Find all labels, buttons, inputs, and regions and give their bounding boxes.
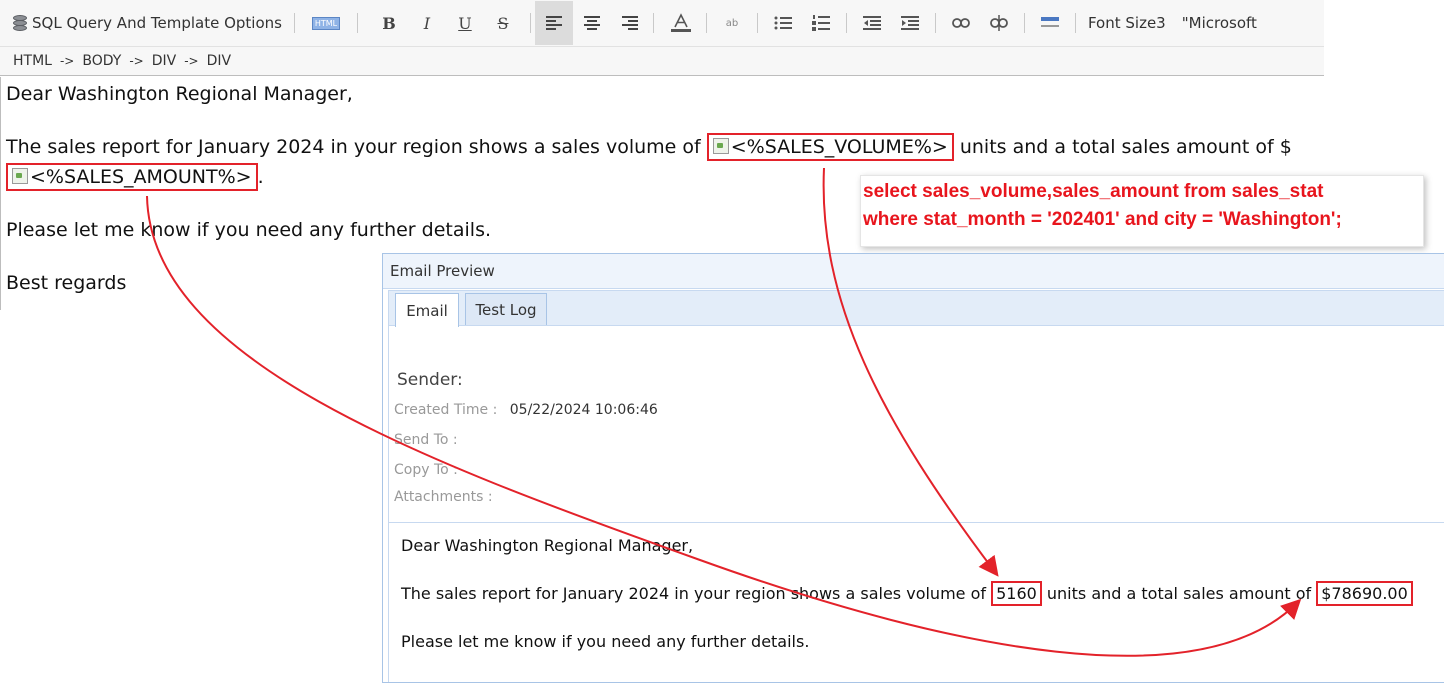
outdent-button[interactable] bbox=[853, 1, 891, 45]
preview-line1-prefix: The sales report for January 2024 in you… bbox=[401, 584, 992, 603]
attachments-label: Attachments : bbox=[394, 489, 493, 505]
breadcrumb-item[interactable]: DIV bbox=[207, 53, 232, 69]
created-time-value: 05/22/2024 10:06:46 bbox=[509, 402, 658, 418]
preview-line1: The sales report for January 2024 in you… bbox=[401, 581, 1413, 606]
breadcrumb-item[interactable]: DIV bbox=[152, 53, 177, 69]
toolbar-separator bbox=[652, 13, 654, 33]
preview-divider bbox=[389, 522, 1444, 523]
element-path-breadcrumb: HTML -> BODY -> DIV -> DIV bbox=[0, 47, 1324, 76]
indent-icon bbox=[900, 16, 919, 30]
align-right-icon bbox=[621, 16, 638, 30]
breadcrumb-separator: -> bbox=[184, 54, 199, 68]
tab-email[interactable]: Email bbox=[395, 293, 459, 327]
align-left-icon bbox=[545, 16, 562, 30]
remove-link-button[interactable] bbox=[980, 1, 1018, 45]
font-color-icon bbox=[670, 13, 691, 32]
html-source-button[interactable]: HTML bbox=[307, 1, 345, 45]
toolbar-separator bbox=[293, 13, 295, 33]
toolbar-separator bbox=[529, 13, 531, 33]
sql-line: select sales_volume,sales_amount from sa… bbox=[863, 181, 1324, 202]
preview-line1-mid: units and a total sales amount of bbox=[1041, 584, 1317, 603]
breadcrumb-separator: -> bbox=[129, 54, 144, 68]
html-source-icon: HTML bbox=[311, 16, 341, 30]
send-to-label: Send To : bbox=[394, 432, 458, 448]
insert-link-button[interactable] bbox=[942, 1, 980, 45]
sql-line: where stat_month = '202401' and city = '… bbox=[863, 209, 1342, 230]
font-name-select[interactable]: "Microsoft bbox=[1172, 14, 1263, 32]
preview-line3: Please let me know if you need any furth… bbox=[401, 632, 810, 651]
sales-amount-value: $78690.00 bbox=[1316, 581, 1413, 606]
email-preview-title: Email Preview bbox=[383, 254, 1444, 289]
numbered-list-button[interactable] bbox=[802, 1, 840, 45]
preview-tab-bar: Email Test Log bbox=[388, 290, 1444, 327]
bullet-list-icon bbox=[774, 16, 792, 30]
italic-button[interactable]: I bbox=[408, 1, 446, 45]
indent-button[interactable] bbox=[891, 1, 929, 45]
align-right-button[interactable] bbox=[611, 1, 649, 45]
breadcrumb-item[interactable]: HTML bbox=[13, 53, 52, 69]
sales-amount-placeholder[interactable]: <%SALES_AMOUNT%> bbox=[6, 163, 258, 191]
numbered-list-icon bbox=[811, 15, 830, 31]
breadcrumb-separator: -> bbox=[59, 54, 75, 68]
editor-line1: The sales report for January 2024 in you… bbox=[6, 133, 1292, 161]
toolbar-separator bbox=[845, 13, 847, 33]
tab-test-log[interactable]: Test Log bbox=[465, 293, 547, 325]
toolbar-separator bbox=[756, 13, 758, 33]
align-left-button[interactable] bbox=[534, 1, 573, 45]
underline-button[interactable]: U bbox=[446, 1, 484, 45]
editor-line2-suffix: . bbox=[257, 166, 264, 188]
sender-label: Sender: bbox=[397, 370, 463, 390]
created-time-label: Created Time : bbox=[394, 402, 498, 418]
editor-line2: <%SALES_AMOUNT%>. bbox=[6, 163, 264, 191]
toolbar-separator bbox=[705, 13, 707, 33]
sql-query-callout: select sales_volume,sales_amount from sa… bbox=[860, 175, 1424, 247]
unlink-icon bbox=[990, 15, 1008, 31]
created-time-row: Created Time : 05/22/2024 10:06:46 bbox=[394, 402, 658, 418]
toolbar-separator bbox=[1074, 13, 1076, 33]
editor-line3: Please let me know if you need any furth… bbox=[6, 219, 492, 241]
horizontal-rule-button[interactable] bbox=[1031, 1, 1069, 45]
editor-closing: Best regards bbox=[6, 272, 127, 294]
bold-button[interactable]: B bbox=[370, 1, 408, 45]
email-preview-body: Sender: Created Time : 05/22/2024 10:06:… bbox=[388, 325, 1444, 682]
bullet-list-button[interactable] bbox=[764, 1, 802, 45]
spellcheck-button[interactable]: ab bbox=[713, 1, 751, 45]
editor-line1-mid: units and a total sales amount of $ bbox=[953, 136, 1292, 158]
sales-volume-placeholder-text: <%SALES_VOLUME%> bbox=[730, 136, 948, 158]
editor-greeting: Dear Washington Regional Manager, bbox=[6, 83, 353, 105]
toolbar-separator bbox=[356, 13, 358, 33]
spellcheck-icon: ab bbox=[725, 17, 739, 29]
align-center-button[interactable] bbox=[573, 1, 611, 45]
database-icon bbox=[12, 15, 27, 31]
email-preview-window: Email Preview Email Test Log Sender: Cre… bbox=[382, 253, 1444, 683]
broken-image-icon bbox=[712, 138, 729, 154]
horizontal-rule-icon bbox=[1040, 17, 1059, 27]
sales-volume-placeholder[interactable]: <%SALES_VOLUME%> bbox=[706, 133, 954, 161]
sales-amount-placeholder-text: <%SALES_AMOUNT%> bbox=[30, 166, 252, 188]
editor-toolbar: SQL Query And Template Options HTML B I … bbox=[0, 0, 1324, 47]
toolbar-separator bbox=[934, 13, 936, 33]
toolbar-title: SQL Query And Template Options bbox=[32, 14, 282, 32]
preview-greeting: Dear Washington Regional Manager, bbox=[401, 536, 694, 555]
outdent-icon bbox=[862, 16, 881, 30]
copy-to-label: Copy To : bbox=[394, 462, 458, 478]
broken-image-icon bbox=[12, 168, 28, 184]
toolbar-separator bbox=[1023, 13, 1025, 33]
editor-line1-prefix: The sales report for January 2024 in you… bbox=[6, 136, 707, 158]
link-icon bbox=[952, 18, 970, 28]
sql-query-template-options-button[interactable]: SQL Query And Template Options bbox=[0, 14, 282, 32]
sales-volume-value: 5160 bbox=[991, 581, 1042, 606]
font-color-button[interactable] bbox=[662, 1, 700, 45]
font-size-select[interactable]: Font Size3 bbox=[1082, 14, 1172, 32]
align-center-icon bbox=[583, 16, 600, 30]
breadcrumb-item[interactable]: BODY bbox=[82, 53, 121, 69]
strikethrough-button[interactable]: S bbox=[484, 1, 522, 45]
